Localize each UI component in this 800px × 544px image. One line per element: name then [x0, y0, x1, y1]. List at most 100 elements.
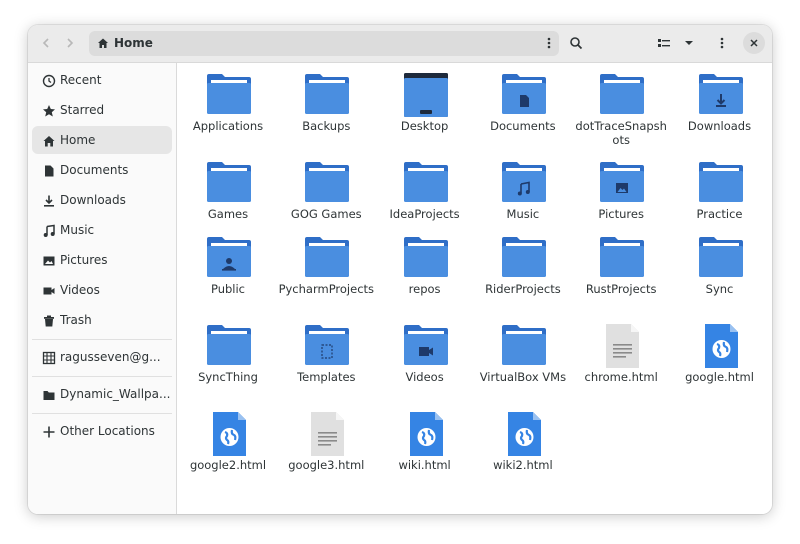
item-name: google2.html [189, 458, 267, 472]
item-name: wiki2.html [493, 458, 553, 472]
item-name: Documents [490, 119, 556, 133]
sidebar-item-label: Pictures [60, 253, 108, 267]
sidebar-separator [32, 339, 172, 340]
folder-item[interactable]: Desktop [376, 73, 474, 153]
file-item[interactable]: google.html [671, 324, 769, 404]
html-file-icon [213, 412, 246, 456]
folder-item[interactable]: Templates [277, 324, 375, 404]
picture-icon [43, 256, 55, 266]
file-item[interactable]: google2.html [179, 412, 277, 492]
home-icon [98, 38, 108, 48]
sidebar-item-starred[interactable]: Starred [32, 96, 172, 124]
folder-picture-icon [600, 162, 645, 202]
file-item[interactable]: chrome.html [572, 324, 670, 404]
item-name: chrome.html [584, 370, 658, 384]
folder-video-icon [403, 325, 448, 365]
folder-item[interactable]: Pictures [572, 161, 670, 241]
folder-icon [207, 325, 251, 365]
folder-icon [501, 237, 546, 277]
item-name: Public [210, 282, 246, 296]
folder-item[interactable]: RustProjects [572, 236, 670, 316]
folder-item[interactable]: dotTraceSnapshots [572, 73, 670, 153]
item-name: IdeaProjects [389, 207, 460, 221]
main-menu-button[interactable] [709, 30, 735, 56]
sidebar-item-other-locations[interactable]: Other Locations [32, 417, 172, 445]
folder-icon [600, 237, 645, 277]
item-name: SyncThing [198, 370, 258, 384]
file-grid: Applications Backups Desktop Documents d… [177, 63, 772, 514]
folder-item[interactable]: SyncThing [179, 324, 277, 404]
folder-download-icon [698, 74, 743, 114]
folder-music-icon [501, 162, 546, 202]
item-name: Videos [405, 370, 444, 384]
item-name: Desktop [400, 119, 449, 133]
folder-item[interactable]: Documents [474, 73, 572, 153]
folder-icon [698, 162, 743, 202]
search-icon [570, 37, 583, 50]
kebab-menu-icon[interactable] [547, 37, 551, 49]
view-options-button[interactable] [676, 30, 702, 56]
item-name: Pictures [598, 207, 644, 221]
sidebar-item-pictures[interactable]: Pictures [32, 246, 172, 274]
folder-icon [207, 162, 251, 202]
back-button[interactable] [33, 30, 59, 56]
folder-item[interactable]: Videos [376, 324, 474, 404]
file-manager-window: Home Recent Starred Home Documents Downl… [28, 25, 772, 514]
folder-item[interactable]: Backups [277, 73, 375, 153]
sidebar-item-label: Downloads [60, 193, 126, 207]
text-file-icon [606, 324, 640, 368]
html-file-icon [704, 324, 738, 368]
sidebar-item-videos[interactable]: Videos [32, 276, 172, 304]
sidebar-item-recent[interactable]: Recent [32, 66, 172, 94]
sidebar-item-bookmark[interactable]: Dynamic_Wallpa... [32, 380, 172, 408]
close-button[interactable] [743, 32, 765, 54]
item-name: PycharmProjects [278, 282, 375, 296]
close-icon [750, 39, 758, 47]
folder-item[interactable]: Downloads [671, 73, 769, 153]
view-toggle-button[interactable] [651, 30, 677, 56]
html-file-icon [507, 412, 541, 456]
folder-item[interactable]: IdeaProjects [376, 161, 474, 241]
file-item[interactable]: wiki2.html [474, 412, 572, 492]
folder-item[interactable]: GOG Games [277, 161, 375, 241]
folder-item[interactable]: VirtualBox VMs [474, 324, 572, 404]
file-item[interactable]: google3.html [277, 412, 375, 492]
folder-item[interactable]: PycharmProjects [277, 236, 375, 316]
item-name: dotTraceSnapshots [575, 119, 667, 147]
folder-item[interactable]: Practice [671, 161, 769, 241]
sidebar-item-label: Starred [60, 103, 105, 117]
plus-icon [43, 426, 55, 438]
sidebar-item-documents[interactable]: Documents [32, 156, 172, 184]
sidebar: Recent Starred Home Documents Downloads … [28, 63, 177, 514]
sidebar-item-music[interactable]: Music [32, 216, 172, 244]
item-name: repos [408, 282, 441, 296]
clock-icon [42, 74, 56, 88]
folder-item[interactable]: repos [376, 236, 474, 316]
sidebar-item-trash[interactable]: Trash [32, 306, 172, 334]
file-item[interactable]: wiki.html [376, 412, 474, 492]
sidebar-item-downloads[interactable]: Downloads [32, 186, 172, 214]
sidebar-separator [32, 376, 172, 377]
folder-icon [600, 74, 645, 114]
sidebar-item-label: Music [60, 223, 95, 237]
forward-button[interactable] [57, 30, 83, 56]
item-name: wiki.html [398, 458, 451, 472]
item-name: google3.html [288, 458, 365, 472]
folder-icon [305, 74, 350, 114]
sidebar-item-label: Home [60, 133, 96, 147]
folder-item[interactable]: Sync [671, 236, 769, 316]
item-name: Music [506, 207, 540, 221]
video-icon [43, 287, 55, 295]
folder-item[interactable]: Public [179, 236, 277, 316]
folder-item[interactable]: Applications [179, 73, 277, 153]
folder-icon [403, 237, 448, 277]
folder-item[interactable]: RiderProjects [474, 236, 572, 316]
folder-item[interactable]: Music [474, 161, 572, 241]
home-icon [43, 136, 55, 147]
document-icon [45, 165, 54, 177]
sidebar-item-home[interactable]: Home [32, 126, 172, 154]
search-button[interactable] [563, 30, 589, 56]
sidebar-item-network-drive[interactable]: ragusseven@g... [32, 343, 172, 371]
location-bar[interactable]: Home [89, 31, 559, 56]
folder-item[interactable]: Games [179, 161, 277, 241]
